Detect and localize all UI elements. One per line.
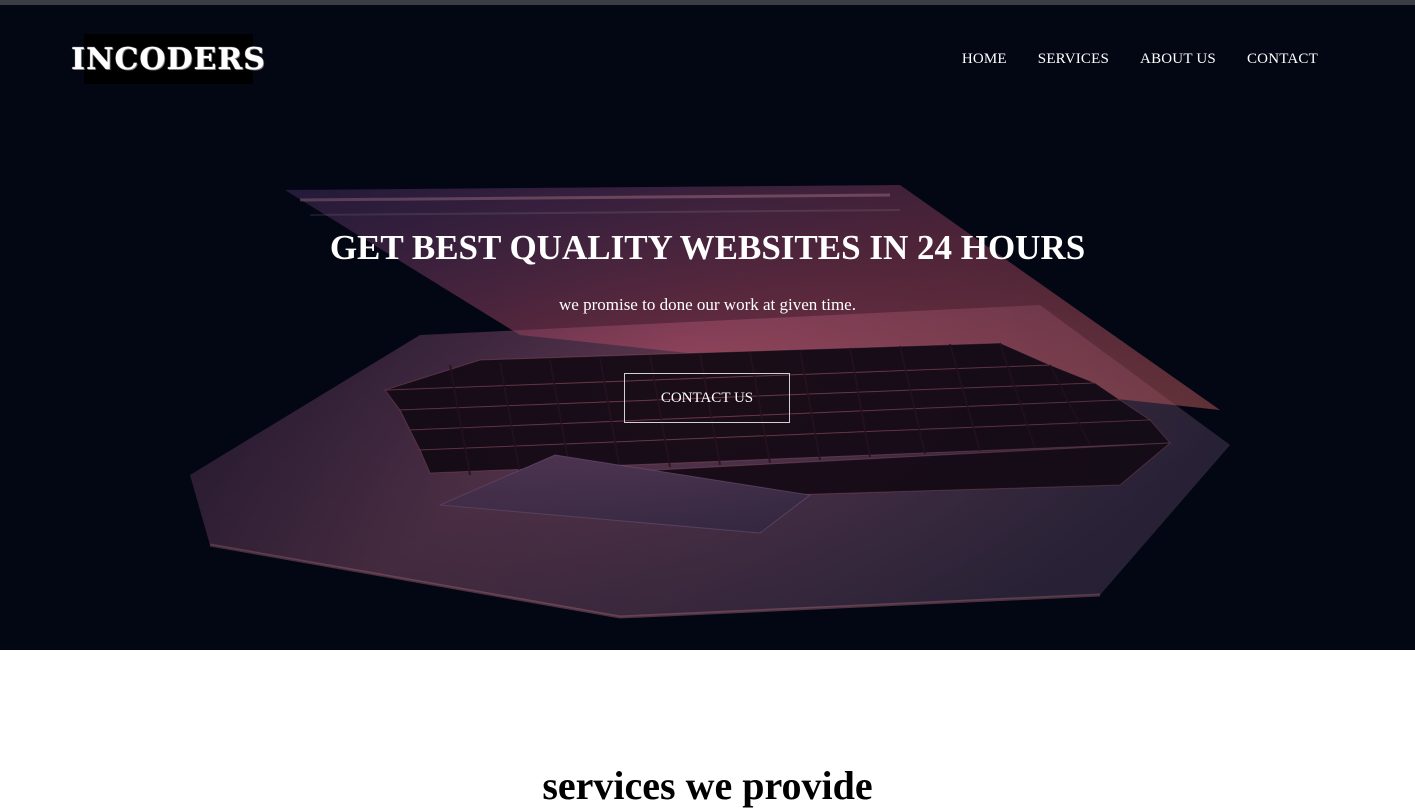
logo-text: INCODERS bbox=[71, 41, 266, 77]
hero-title: GET BEST QUALITY WEBSITES IN 24 HOURS bbox=[329, 228, 1086, 267]
hero-subtitle: we promise to done our work at given tim… bbox=[559, 295, 856, 314]
main-navigation: HOME SERVICES ABOUT US CONTACT bbox=[962, 51, 1318, 68]
nav-item-home[interactable]: HOME bbox=[962, 51, 1007, 68]
nav-item-services[interactable]: SERVICES bbox=[1038, 51, 1109, 68]
nav-item-contact[interactable]: CONTACT bbox=[1247, 51, 1318, 68]
contact-us-button[interactable]: CONTACT US bbox=[624, 373, 790, 423]
site-logo[interactable]: INCODERS bbox=[71, 34, 265, 84]
hero-section: INCODERS HOME SERVICES ABOUT US CONTACT … bbox=[0, 5, 1415, 650]
hero-dark-overlay bbox=[0, 5, 1415, 650]
nav-item-about-us[interactable]: ABOUT US bbox=[1140, 51, 1216, 68]
services-section-title: services we provide bbox=[542, 763, 873, 808]
